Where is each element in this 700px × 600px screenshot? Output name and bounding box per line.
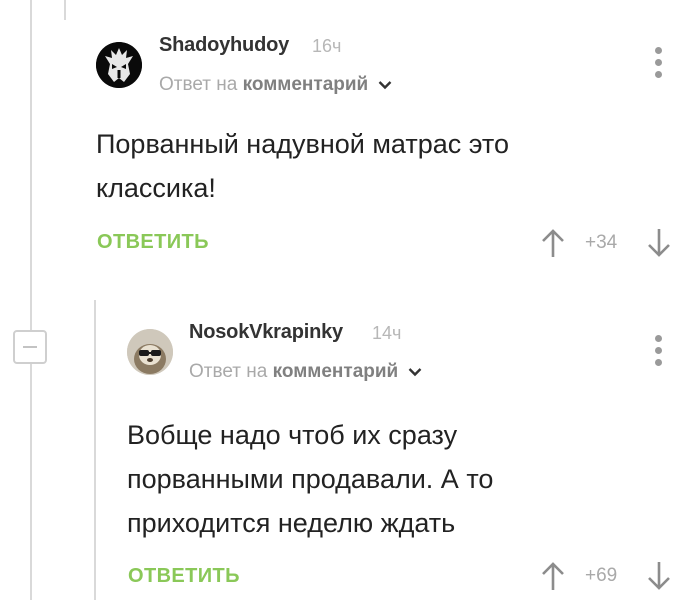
avatar[interactable]: [96, 42, 142, 88]
rating-count: +69: [585, 565, 618, 586]
comment-text: Порванный надувной матрас это классика!: [96, 129, 509, 203]
arrow-down-icon[interactable]: [646, 561, 672, 591]
sloth-avatar-icon: [127, 329, 173, 375]
reply-prefix: Ответ на: [159, 74, 238, 95]
knight-mask-icon: [96, 42, 142, 88]
chevron-down-icon[interactable]: [408, 367, 422, 377]
timestamp: 16ч: [312, 36, 342, 56]
reply-target: комментарий: [272, 361, 399, 382]
reply-button[interactable]: ОТВЕТИТЬ: [97, 231, 209, 254]
more-options-button[interactable]: [655, 335, 663, 371]
reply-to-link[interactable]: Ответ на комментарий: [189, 361, 422, 383]
reply-target: комментарий: [242, 74, 369, 95]
avatar[interactable]: [127, 329, 173, 375]
collapse-thread-button[interactable]: [13, 330, 47, 364]
comment-text: Вобще надо чтоб их сразу порванными прод…: [127, 420, 494, 538]
author-name[interactable]: NosokVkrapinky: [189, 321, 343, 344]
thread-line: [64, 0, 66, 20]
arrow-up-icon[interactable]: [540, 561, 566, 591]
more-vertical-icon: [655, 47, 662, 54]
more-vertical-icon: [655, 335, 662, 342]
thread-line: [30, 0, 32, 600]
timestamp: 14ч: [372, 323, 402, 343]
reply-button[interactable]: ОТВЕТИТЬ: [128, 565, 240, 588]
chevron-down-icon[interactable]: [378, 80, 392, 90]
thread-line: [94, 300, 96, 600]
arrow-up-icon[interactable]: [540, 228, 566, 258]
arrow-down-icon[interactable]: [646, 228, 672, 258]
reply-prefix: Ответ на: [189, 361, 268, 382]
reply-to-link[interactable]: Ответ на комментарий: [159, 74, 392, 96]
rating-count: +34: [585, 232, 618, 253]
author-name[interactable]: Shadoyhudoy: [159, 34, 289, 57]
more-options-button[interactable]: [655, 47, 663, 83]
